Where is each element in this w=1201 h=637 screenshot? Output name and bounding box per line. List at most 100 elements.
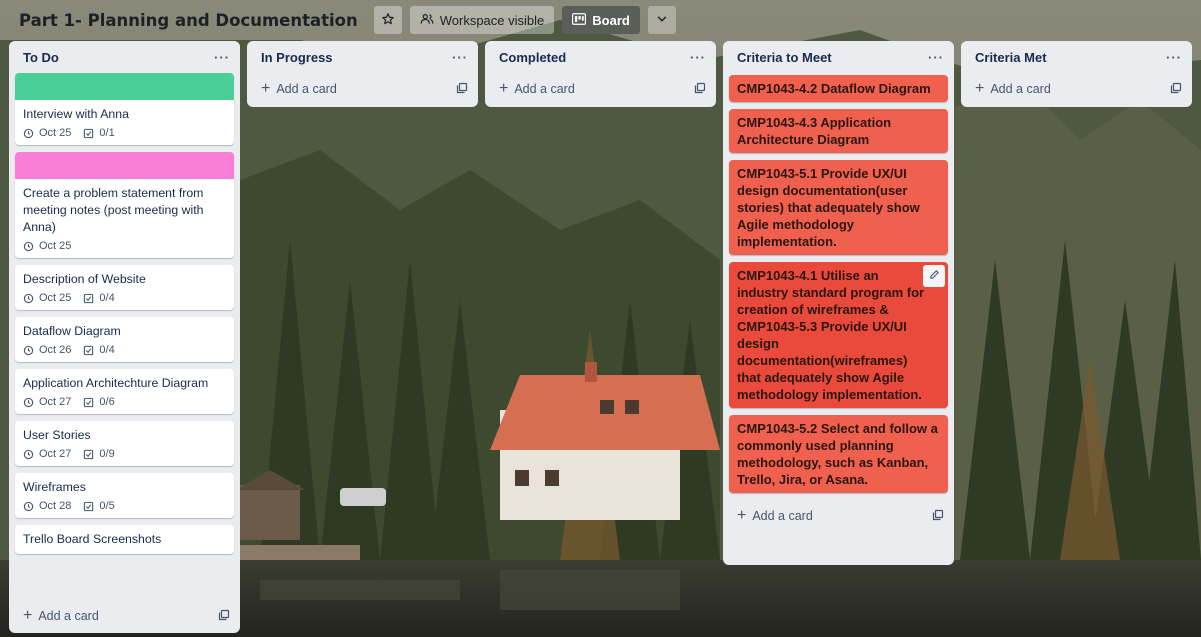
due-date-badge: Oct 28: [23, 500, 71, 512]
add-card-label: Add a card: [990, 82, 1051, 96]
card-title: CMP1043-5.1 Provide UX/UI design documen…: [737, 166, 920, 249]
create-from-template-icon[interactable]: [218, 609, 230, 624]
card-title: Description of Website: [23, 272, 146, 286]
due-date-badge: Oct 27: [23, 448, 71, 460]
list-title[interactable]: In Progress: [261, 50, 333, 65]
card-title: CMP1043-4.3 Application Architecture Dia…: [737, 115, 892, 147]
due-date-badge: Oct 27: [23, 396, 71, 408]
list-menu-icon[interactable]: ···: [928, 50, 944, 65]
star-button[interactable]: [373, 6, 402, 34]
list-menu-icon[interactable]: ···: [214, 50, 230, 65]
checklist-count: 0/4: [99, 292, 115, 304]
list-title[interactable]: To Do: [23, 50, 59, 65]
card-list: Interview with Anna Oct 25 0/1 Create a …: [9, 73, 240, 594]
create-from-template-icon[interactable]: [932, 509, 944, 524]
create-from-template-icon[interactable]: [456, 82, 468, 97]
clock-icon: [23, 501, 34, 511]
checklist-icon: [84, 345, 94, 355]
card-title: Application Architechture Diagram: [23, 376, 209, 390]
list-in-progress: In Progress ··· + Add a card: [247, 41, 478, 107]
card[interactable]: User Stories Oct 27 0/9: [15, 421, 234, 466]
create-from-template-icon[interactable]: [1170, 82, 1182, 97]
card[interactable]: Trello Board Screenshots: [15, 525, 234, 554]
create-from-template-icon[interactable]: [694, 82, 706, 97]
plus-icon: +: [737, 507, 747, 524]
visibility-button[interactable]: Workspace visible: [409, 6, 555, 34]
list-menu-icon[interactable]: ···: [1166, 50, 1182, 65]
checklist-icon: [84, 128, 94, 138]
criteria-card[interactable]: CMP1043-4.3 Application Architecture Dia…: [729, 109, 948, 153]
checklist-icon: [84, 449, 94, 459]
checklist-badge: 0/5: [83, 500, 115, 512]
list-menu-icon[interactable]: ···: [452, 50, 468, 65]
card-title: Trello Board Screenshots: [23, 532, 162, 546]
checklist-badge: 0/6: [83, 396, 115, 408]
card[interactable]: Description of Website Oct 25 0/4: [15, 265, 234, 310]
card[interactable]: Wireframes Oct 28 0/5: [15, 473, 234, 518]
criteria-card[interactable]: CMP1043-4.1 Utilise an industry standard…: [729, 262, 948, 408]
criteria-card[interactable]: CMP1043-5.1 Provide UX/UI design documen…: [729, 160, 948, 255]
add-card-label: Add a card: [276, 82, 337, 96]
due-date: Oct 25: [39, 292, 72, 304]
list-header: To Do ···: [9, 41, 240, 73]
board-icon: [572, 12, 587, 28]
clock-icon: [23, 345, 34, 355]
card-title: CMP1043-5.2 Select and follow a commonly…: [737, 421, 938, 487]
list-header: In Progress ···: [247, 41, 478, 73]
due-date: Oct 25: [39, 240, 72, 252]
plus-icon: +: [23, 607, 33, 624]
checklist-count: 0/6: [99, 396, 115, 408]
due-date: Oct 27: [39, 448, 72, 460]
board-title[interactable]: Part 1- Planning and Documentation: [11, 7, 366, 34]
list-criteria-to-meet: Criteria to Meet ··· CMP1043-4.2 Dataflo…: [723, 41, 954, 565]
due-date-badge: Oct 26: [23, 344, 71, 356]
list-completed: Completed ··· + Add a card: [485, 41, 716, 107]
card[interactable]: Create a problem statement from meeting …: [15, 152, 234, 258]
checklist-count: 0/5: [99, 500, 115, 512]
criteria-card[interactable]: CMP1043-5.2 Select and follow a commonly…: [729, 415, 948, 493]
due-date: Oct 27: [39, 396, 72, 408]
card-title: CMP1043-4.1 Utilise an industry standard…: [737, 268, 925, 402]
add-card-button[interactable]: + Add a card: [9, 600, 240, 632]
add-card-label: Add a card: [38, 609, 99, 623]
card-list: CMP1043-4.2 Dataflow Diagram CMP1043-4.3…: [723, 73, 954, 493]
list-title[interactable]: Criteria Met: [975, 50, 1047, 65]
view-switcher-button[interactable]: [647, 6, 676, 34]
chevron-down-icon: [655, 12, 669, 29]
card[interactable]: Interview with Anna Oct 25 0/1: [15, 73, 234, 145]
add-card-label: Add a card: [752, 509, 813, 523]
board-view-button[interactable]: Board: [562, 6, 640, 34]
card-cover: [15, 73, 234, 100]
add-card-label: Add a card: [514, 82, 575, 96]
due-date-badge: Oct 25: [23, 240, 71, 252]
clock-icon: [23, 449, 34, 459]
card[interactable]: Application Architechture Diagram Oct 27…: [15, 369, 234, 414]
checklist-count: 0/9: [99, 448, 115, 460]
card-title: Wireframes: [23, 480, 86, 494]
add-card-button[interactable]: + Add a card: [247, 73, 478, 105]
list-header: Criteria to Meet ···: [723, 41, 954, 73]
checklist-badge: 0/4: [83, 292, 115, 304]
board-view-label: Board: [592, 12, 630, 28]
list-title[interactable]: Completed: [499, 50, 566, 65]
list-menu-icon[interactable]: ···: [690, 50, 706, 65]
criteria-card[interactable]: CMP1043-4.2 Dataflow Diagram: [729, 75, 948, 102]
list-todo: To Do ··· Interview with Anna Oct 25 0/1: [9, 41, 240, 633]
list-title[interactable]: Criteria to Meet: [737, 50, 832, 65]
visibility-label: Workspace visible: [439, 12, 545, 28]
list-criteria-met: Criteria Met ··· + Add a card: [961, 41, 1192, 107]
due-date: Oct 28: [39, 500, 72, 512]
card-title: CMP1043-4.2 Dataflow Diagram: [737, 81, 931, 96]
checklist-icon: [84, 501, 94, 511]
clock-icon: [23, 397, 34, 407]
add-card-button[interactable]: + Add a card: [961, 73, 1192, 105]
checklist-badge: 0/4: [83, 344, 115, 356]
checklist-count: 0/1: [99, 127, 115, 139]
people-icon: [420, 12, 434, 29]
edit-card-button[interactable]: [923, 265, 945, 287]
star-icon: [381, 12, 395, 29]
add-card-button[interactable]: + Add a card: [723, 500, 954, 532]
checklist-icon: [84, 293, 94, 303]
add-card-button[interactable]: + Add a card: [485, 73, 716, 105]
card[interactable]: Dataflow Diagram Oct 26 0/4: [15, 317, 234, 362]
